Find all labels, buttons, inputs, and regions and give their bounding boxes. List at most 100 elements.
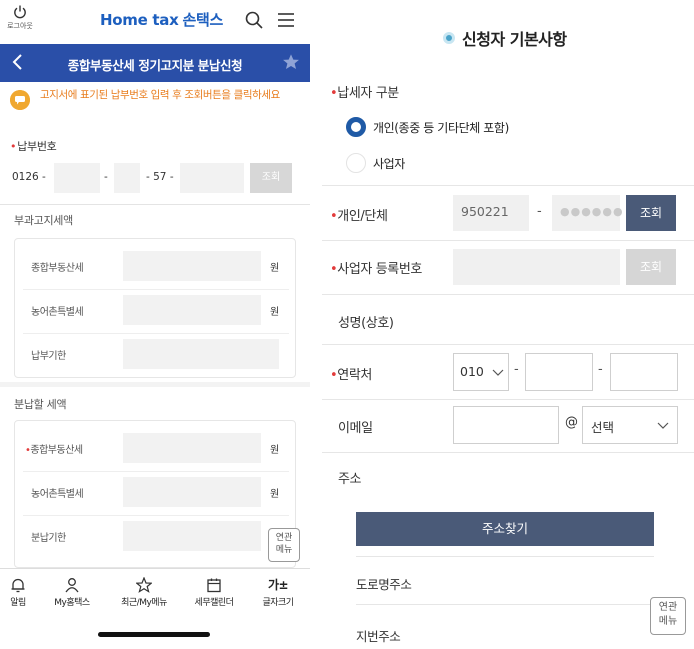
- star-icon: [136, 577, 152, 593]
- title-bullet-icon: [443, 32, 455, 44]
- radio-individual[interactable]: [346, 117, 366, 137]
- resident-number-front-value: 950221: [461, 204, 509, 219]
- phone-last-field[interactable]: [610, 353, 678, 391]
- installment-due-date-field: [123, 521, 261, 551]
- chat-bubble-icon: [10, 90, 30, 110]
- assessed-property-tax-field: [123, 251, 261, 281]
- nav-item-tax-calendar[interactable]: 세무캘린더: [186, 577, 242, 608]
- font-size-icon: 가±: [267, 578, 289, 592]
- road-address-label: 도로명주소: [356, 577, 412, 592]
- assessed-rural-tax-field: [123, 295, 261, 325]
- chevron-down-icon: [657, 422, 669, 429]
- masked-value: ●●●●●●: [560, 205, 624, 218]
- taxpayer-type-label: •납세자 구분: [330, 86, 399, 101]
- payment-prefix: 0126 -: [12, 171, 46, 183]
- phone-prefix-select[interactable]: 010: [453, 353, 509, 391]
- phone-middle-field[interactable]: [525, 353, 593, 391]
- logout-label: 로그아웃: [7, 22, 33, 30]
- nav-label: 알림: [10, 598, 26, 608]
- chevron-down-icon: [492, 369, 504, 376]
- assessed-row-label: 종합부동산세: [31, 263, 84, 274]
- individual-lookup-button[interactable]: 조회: [626, 195, 676, 231]
- nav-label: 세무캘린더: [194, 598, 234, 608]
- brand-name: Home tax: [100, 11, 179, 29]
- favorite-star-icon[interactable]: [282, 53, 300, 71]
- bottom-nav: 알림 My홈택스 최근/My메뉴 세무캘린더 가± 글자크기: [0, 568, 310, 616]
- assessed-section-title: 부과고지세액: [14, 214, 73, 227]
- unit-won: 원: [270, 307, 280, 318]
- lot-address-label: 지번주소: [356, 629, 401, 644]
- individual-dash: -: [537, 204, 542, 219]
- nav-item-recent-menu[interactable]: 최근/My메뉴: [110, 577, 178, 608]
- payment-mid-value: - 57 -: [146, 171, 174, 183]
- email-local-field[interactable]: [453, 406, 559, 444]
- assessed-row-label: 납부기한: [31, 351, 66, 362]
- individual-label: •개인/단체: [330, 209, 388, 224]
- installment-property-tax-field[interactable]: [123, 433, 261, 463]
- business-number-field[interactable]: [453, 249, 620, 285]
- phone-prefix-value: 010: [460, 364, 484, 379]
- calendar-icon: [207, 578, 221, 593]
- brand-kr: 손택스: [182, 11, 223, 29]
- business-lookup-button[interactable]: 조회: [626, 249, 676, 285]
- contact-label: •연락처: [330, 368, 372, 383]
- assessed-due-date-field: [123, 339, 279, 369]
- logout-button[interactable]: 로그아웃: [6, 3, 34, 31]
- menu-icon[interactable]: [276, 10, 296, 30]
- payment-number-label: •납부번호: [10, 140, 57, 153]
- name-label: 성명(상호): [338, 316, 394, 331]
- nav-label: 최근/My메뉴: [121, 598, 167, 608]
- notice-text: 고지서에 표기된 납부번호 입력 후 조회버튼을 클릭하세요: [40, 89, 280, 101]
- email-domain-value: 선택: [591, 420, 615, 435]
- unit-won: 원: [270, 263, 280, 274]
- payment-number-field-3[interactable]: [114, 163, 140, 193]
- section-title: 신청자 기본사항: [462, 30, 567, 49]
- email-at-sign: @: [565, 415, 578, 430]
- contact-dash-2: -: [598, 362, 603, 377]
- installment-row-label: 분납기한: [31, 533, 66, 544]
- nav-item-font-size[interactable]: 가± 글자크기: [252, 577, 304, 608]
- nav-label: My홈택스: [54, 598, 90, 608]
- resident-number-back-field[interactable]: ●●●●●●: [552, 195, 623, 231]
- installment-rural-tax-field[interactable]: [123, 477, 261, 507]
- mobile-screen-right: 신청자 기본사항 •납세자 구분 개인(종중 등 기타단체 포함) 사업자 •개…: [322, 0, 694, 649]
- business-number-label: •사업자 등록번호: [330, 262, 422, 277]
- installment-section-title: 분납할 세액: [14, 398, 67, 411]
- home-indicator: [98, 632, 210, 637]
- nav-item-alerts[interactable]: 알림: [6, 577, 30, 608]
- email-label: 이메일: [338, 421, 373, 436]
- email-domain-select[interactable]: 선택: [582, 406, 678, 444]
- address-label: 주소: [338, 472, 362, 487]
- nav-label: 글자크기: [262, 598, 294, 608]
- related-menu-button-right[interactable]: 연관 메뉴: [650, 597, 686, 635]
- resident-number-front-field[interactable]: 950221: [453, 195, 529, 231]
- notice-message: 고지서에 표기된 납부번호 입력 후 조회버튼을 클릭하세요: [10, 86, 302, 124]
- nav-item-myhometax[interactable]: My홈택스: [44, 577, 100, 608]
- payment-lookup-button[interactable]: 조회: [250, 163, 292, 193]
- bell-icon: [11, 578, 25, 593]
- unit-won: 원: [270, 445, 280, 456]
- payment-number-field-4[interactable]: [180, 163, 244, 193]
- app-header: 로그아웃 Home tax 손택스: [0, 0, 310, 44]
- assessed-card: 종합부동산세 원 농어촌특별세 원 납부기한: [14, 238, 296, 378]
- installment-row-label: 농어촌특별세: [31, 489, 84, 500]
- radio-business-label: 사업자: [373, 157, 405, 171]
- payment-number-field-2[interactable]: [54, 163, 100, 193]
- power-icon: [14, 5, 26, 19]
- page-title: 종합부동산세 정기고지분 분납신청: [67, 58, 243, 73]
- search-icon[interactable]: [244, 10, 264, 30]
- hometax-logo[interactable]: Home tax 손택스: [100, 9, 223, 30]
- back-arrow-icon[interactable]: [8, 52, 28, 72]
- page-titlebar: 종합부동산세 정기고지분 분납신청: [0, 44, 310, 82]
- assessed-row-label: 농어촌특별세: [31, 307, 84, 318]
- unit-won: 원: [270, 489, 280, 500]
- radio-individual-label: 개인(종중 등 기타단체 포함): [373, 121, 509, 135]
- installment-card: •종합부동산세 원 농어촌특별세 원 분납기한: [14, 420, 296, 568]
- related-menu-button[interactable]: 연관 메뉴: [268, 528, 300, 562]
- mobile-screen-left: 로그아웃 Home tax 손택스 종합부동산세 정기고지분 분납신청 고지서에…: [0, 0, 310, 649]
- person-icon: [65, 578, 79, 593]
- address-find-button[interactable]: 주소찾기: [356, 512, 654, 546]
- contact-dash-1: -: [514, 362, 519, 377]
- radio-business[interactable]: [346, 153, 366, 173]
- payment-dash: -: [104, 171, 108, 183]
